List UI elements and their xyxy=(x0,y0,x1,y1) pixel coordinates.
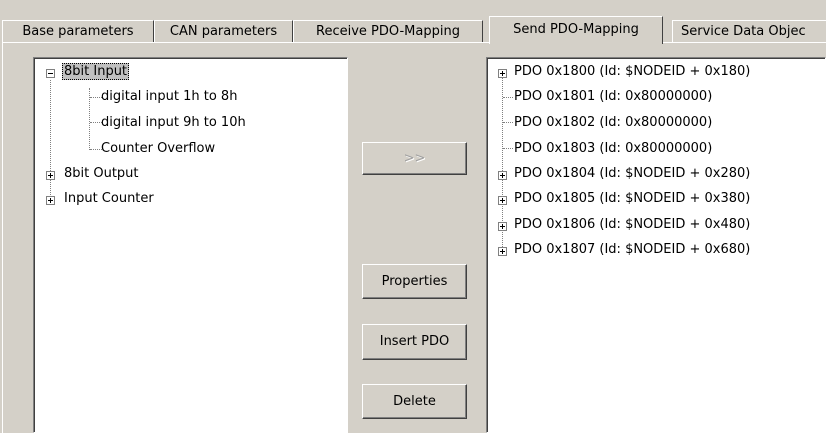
tab-strip: Base parameters CAN parameters Receive P… xyxy=(0,0,826,44)
expand-icon[interactable] xyxy=(498,69,507,78)
tree-node-counter-overflow[interactable]: Counter Overflow xyxy=(99,140,217,158)
tree-connector xyxy=(50,80,52,199)
object-tree[interactable]: 8bit Input digital input 1h to 8h digita… xyxy=(33,57,348,433)
delete-button[interactable]: Delete xyxy=(362,384,467,419)
expand-icon[interactable] xyxy=(46,171,55,180)
insert-pdo-button[interactable]: Insert PDO xyxy=(362,324,467,360)
tree-node-digital-input-1h-8h[interactable]: digital input 1h to 8h xyxy=(99,88,239,106)
expand-icon[interactable] xyxy=(498,247,507,256)
tab-service-data-objects[interactable]: Service Data Objec xyxy=(672,20,826,42)
expand-icon[interactable] xyxy=(46,196,55,205)
tree-node-pdo-0x1803[interactable]: PDO 0x1803 (Id: 0x80000000) xyxy=(512,140,714,158)
tree-node-input-counter[interactable]: Input Counter xyxy=(62,190,156,208)
pdo-tree[interactable]: PDO 0x1800 (Id: $NODEID + 0x180) PDO 0x1… xyxy=(486,57,826,433)
tab-send-pdo-mapping[interactable]: Send PDO-Mapping xyxy=(489,16,663,44)
expand-icon[interactable] xyxy=(498,196,507,205)
tree-node-digital-input-9h-10h[interactable]: digital input 9h to 10h xyxy=(99,114,248,132)
tree-node-pdo-0x1802[interactable]: PDO 0x1802 (Id: 0x80000000) xyxy=(512,114,714,132)
tree-node-pdo-0x1807[interactable]: PDO 0x1807 (Id: $NODEID + 0x680) xyxy=(512,241,752,259)
tree-node-pdo-0x1804[interactable]: PDO 0x1804 (Id: $NODEID + 0x280) xyxy=(512,165,752,183)
tab-base-parameters[interactable]: Base parameters xyxy=(2,20,154,42)
tree-node-8bit-input[interactable]: 8bit Input xyxy=(62,63,130,81)
tree-node-pdo-0x1800[interactable]: PDO 0x1800 (Id: $NODEID + 0x180) xyxy=(512,63,752,81)
tree-node-pdo-0x1801[interactable]: PDO 0x1801 (Id: 0x80000000) xyxy=(512,88,714,106)
collapse-icon[interactable] xyxy=(46,69,55,78)
tree-node-8bit-output[interactable]: 8bit Output xyxy=(62,165,141,183)
expand-icon[interactable] xyxy=(498,171,507,180)
tree-node-pdo-0x1806[interactable]: PDO 0x1806 (Id: $NODEID + 0x480) xyxy=(512,216,752,234)
tree-node-pdo-0x1805[interactable]: PDO 0x1805 (Id: $NODEID + 0x380) xyxy=(512,190,752,208)
expand-icon[interactable] xyxy=(498,222,507,231)
tab-can-parameters[interactable]: CAN parameters xyxy=(154,20,293,42)
move-right-button[interactable]: >> xyxy=(362,142,467,175)
properties-button[interactable]: Properties xyxy=(362,264,467,299)
tab-receive-pdo-mapping[interactable]: Receive PDO-Mapping xyxy=(293,20,483,42)
